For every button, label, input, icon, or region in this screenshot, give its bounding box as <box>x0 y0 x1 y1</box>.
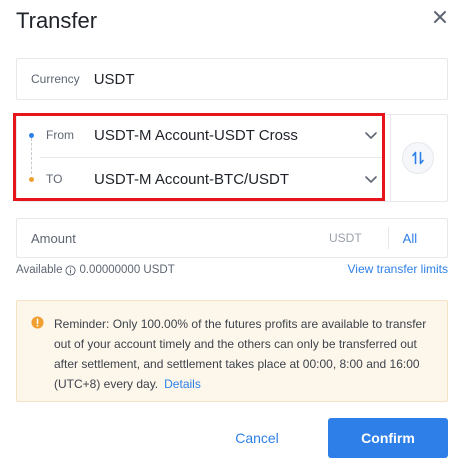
warning-icon <box>31 316 44 329</box>
from-account-select[interactable]: From USDT-M Account-USDT Cross <box>20 114 382 156</box>
from-to-divider <box>390 114 391 202</box>
chevron-down-icon <box>365 132 377 139</box>
to-account-value: USDT-M Account-BTC/USDT <box>94 170 290 188</box>
available-value: 0.00000000 USDT <box>79 264 175 276</box>
reminder-text: Reminder: Only 100.00% of the futures pr… <box>54 314 438 394</box>
amount-separator <box>387 227 389 249</box>
reminder-message: Reminder: Only 100.00% of the futures pr… <box>54 317 427 391</box>
details-link[interactable]: Details <box>164 377 201 391</box>
view-transfer-limits-link[interactable]: View transfer limits <box>348 262 448 276</box>
amount-input[interactable] <box>31 230 291 246</box>
from-label: From <box>46 128 74 142</box>
amount-field: USDT All <box>16 218 448 258</box>
reminder-box: Reminder: Only 100.00% of the futures pr… <box>16 300 448 402</box>
cancel-button[interactable]: Cancel <box>229 418 285 458</box>
confirm-button[interactable]: Confirm <box>328 418 448 458</box>
swap-accounts-button[interactable] <box>402 142 434 174</box>
chevron-down-icon <box>365 176 377 183</box>
from-dot-icon <box>29 132 34 138</box>
currency-select[interactable]: Currency USDT <box>16 58 448 100</box>
to-dot-icon <box>29 176 34 182</box>
to-label: TO <box>46 172 63 186</box>
currency-label: Currency <box>31 72 80 86</box>
from-account-value: USDT-M Account-USDT Cross <box>94 126 298 144</box>
info-icon[interactable] <box>65 264 77 276</box>
available-balance: Available 0.00000000 USDT <box>16 264 175 276</box>
amount-unit: USDT <box>329 231 362 245</box>
dialog-title: Transfer <box>16 8 98 33</box>
all-button[interactable]: All <box>403 231 417 246</box>
swap-icon <box>412 151 424 165</box>
to-account-select[interactable]: TO USDT-M Account-BTC/USDT <box>20 158 382 200</box>
available-label: Available <box>16 264 63 276</box>
close-icon[interactable] <box>431 8 449 26</box>
currency-value: USDT <box>93 70 135 88</box>
